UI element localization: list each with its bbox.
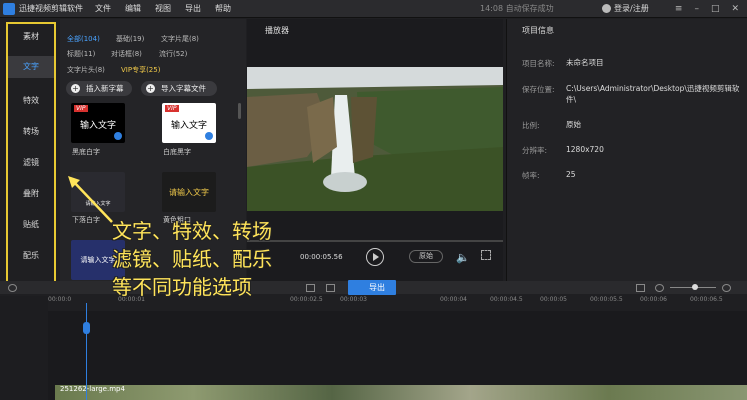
zoom-out-icon[interactable] [655, 284, 664, 292]
menu-help[interactable]: 帮助 [215, 0, 231, 18]
close-button[interactable]: ✕ [731, 0, 739, 18]
template-preview-text: 请输入文字 [169, 188, 209, 197]
window-controls: ≡ – □ ✕ [675, 0, 739, 18]
info-label: 保存位置: [522, 85, 555, 94]
panel-scrollbar[interactable] [238, 103, 241, 119]
info-label: 帧率: [522, 171, 540, 180]
resolution-value: 1280x720 [566, 145, 604, 154]
crop-icon[interactable] [326, 284, 335, 292]
sidebar-item-text[interactable]: 文字 [8, 56, 54, 78]
maximize-button[interactable]: □ [711, 0, 720, 18]
callout-line-3: 等不同功能选项 [112, 275, 252, 299]
template-preview-text: 输入文字 [170, 121, 207, 131]
sidebar-item-material[interactable]: 素材 [8, 31, 54, 42]
playhead-line[interactable] [86, 303, 87, 400]
ruler-tick: 00:00:05 [540, 296, 567, 303]
filter-row-1: 全部(104) [67, 34, 100, 44]
fit-timeline-icon[interactable] [636, 284, 645, 292]
download-icon[interactable] [114, 132, 122, 140]
ruler-tick: 00:00:06 [640, 296, 667, 303]
info-label: 比例: [522, 121, 540, 130]
copy-icon[interactable] [306, 284, 315, 292]
play-button[interactable] [366, 248, 384, 266]
template-preview-text: 输入文字 [79, 121, 116, 131]
menu-view[interactable]: 视图 [155, 0, 171, 18]
filter-dialog[interactable]: 对话框(8) [111, 50, 142, 58]
filter-popular[interactable]: 流行(52) [159, 50, 187, 58]
video-preview [247, 67, 503, 211]
sidebar-item-music[interactable]: 配乐 [8, 250, 54, 261]
player-title: 播放器 [265, 26, 289, 35]
text-template-yellow[interactable]: 请输入文字 [162, 172, 216, 212]
quality-select[interactable]: 原始 [409, 250, 443, 263]
callout-line-2: 滤镜、贴纸、配乐 [112, 247, 272, 271]
waterfall-frame [247, 67, 503, 211]
aspect-ratio-value: 原始 [566, 120, 581, 129]
playhead-handle[interactable] [83, 322, 90, 334]
playback-progress-bar[interactable] [247, 240, 503, 242]
filter-title[interactable]: 标题(11) [67, 50, 95, 58]
import-subtitle-button[interactable]: + 导入字幕文件 [141, 81, 217, 96]
filter-vip[interactable]: VIP专享(25) [121, 66, 160, 74]
frame-rate-value: 25 [566, 170, 576, 179]
plus-icon: + [71, 84, 80, 93]
ruler-tick: 00:00:06.5 [690, 296, 723, 303]
clip-filename: 251262-large.mp4 [60, 385, 125, 393]
menu-export[interactable]: 导出 [185, 0, 201, 18]
info-label: 分辨率: [522, 146, 548, 155]
autosave-status: 14:08 自动保存成功 [480, 4, 554, 13]
fullscreen-icon[interactable] [481, 250, 491, 260]
export-button[interactable]: 导出 [348, 280, 396, 295]
user-icon[interactable] [602, 4, 611, 13]
ruler-tick: 00:00:05.5 [590, 296, 623, 303]
sidebar-item-effects[interactable]: 特效 [8, 95, 54, 106]
app-logo-icon [3, 3, 15, 15]
undo-icon[interactable] [8, 284, 17, 292]
sidebar-item-stickers[interactable]: 贴纸 [8, 219, 54, 230]
sidebar-item-filters[interactable]: 滤镜 [8, 157, 54, 168]
callout-line-1: 文字、特效、转场 [112, 219, 272, 243]
filter-all[interactable]: 全部(104) [67, 35, 100, 43]
vip-badge: VIP [74, 105, 88, 112]
filter-basic[interactable]: 基础(19) [116, 35, 144, 43]
download-icon[interactable] [205, 132, 213, 140]
feature-sidebar: 素材 文字 特效 转场 滤镜 叠附 贴纸 配乐 [6, 22, 56, 284]
volume-icon[interactable]: 🔈 [456, 251, 470, 264]
video-clip[interactable] [55, 385, 747, 400]
text-template-black[interactable]: VIP 输入文字 [71, 103, 125, 143]
project-name-value: 未命名项目 [566, 58, 604, 67]
menu-file[interactable]: 文件 [95, 0, 111, 18]
menu-icon[interactable]: ≡ [675, 0, 683, 18]
callout-arrow [68, 176, 113, 223]
info-label: 项目名称: [522, 59, 555, 68]
sidebar-item-overlay[interactable]: 叠附 [8, 188, 54, 199]
sidebar-item-transitions[interactable]: 转场 [8, 126, 54, 137]
plus-icon: + [146, 84, 155, 93]
template-label: 白底黑字 [163, 148, 191, 156]
menu-edit[interactable]: 编辑 [125, 0, 141, 18]
zoom-slider-handle[interactable] [692, 284, 698, 290]
ruler-tick: 00:00:02.5 [290, 296, 323, 303]
save-location-value: C:\Users\Administrator\Desktop\迅捷视频剪辑软件\ [566, 84, 740, 104]
playback-time: 00:00:05.56 [300, 253, 343, 261]
ruler-tick: 00:00:04.5 [490, 296, 523, 303]
app-name: 迅捷视频剪辑软件 [19, 4, 83, 13]
add-text-button[interactable]: + 插入新字幕 [66, 81, 132, 96]
text-template-white[interactable]: VIP 输入文字 [162, 103, 216, 143]
ruler-tick: 00:00:0 [48, 296, 72, 303]
menu-bar: 文件 编辑 视图 导出 帮助 [95, 0, 231, 18]
vip-badge: VIP [165, 105, 179, 112]
annotation-callout: 文字、特效、转场 滤镜、贴纸、配乐 等不同功能选项 [112, 217, 272, 301]
title-bar: 迅捷视频剪辑软件 文件 编辑 视图 导出 帮助 14:08 自动保存成功 登录/… [0, 0, 747, 18]
filter-text-ending[interactable]: 文字片尾(8) [161, 35, 199, 43]
template-label: 黑底白字 [72, 148, 100, 156]
zoom-in-icon[interactable] [722, 284, 731, 292]
filter-text-opening[interactable]: 文字片头(8) [67, 66, 105, 74]
minimize-button[interactable]: – [694, 0, 699, 18]
login-register-link[interactable]: 登录/注册 [614, 0, 649, 18]
track-header-gutter [0, 296, 48, 400]
project-info-title: 项目信息 [522, 26, 554, 35]
ruler-tick: 00:00:03 [340, 296, 367, 303]
ruler-tick: 00:00:04 [440, 296, 467, 303]
